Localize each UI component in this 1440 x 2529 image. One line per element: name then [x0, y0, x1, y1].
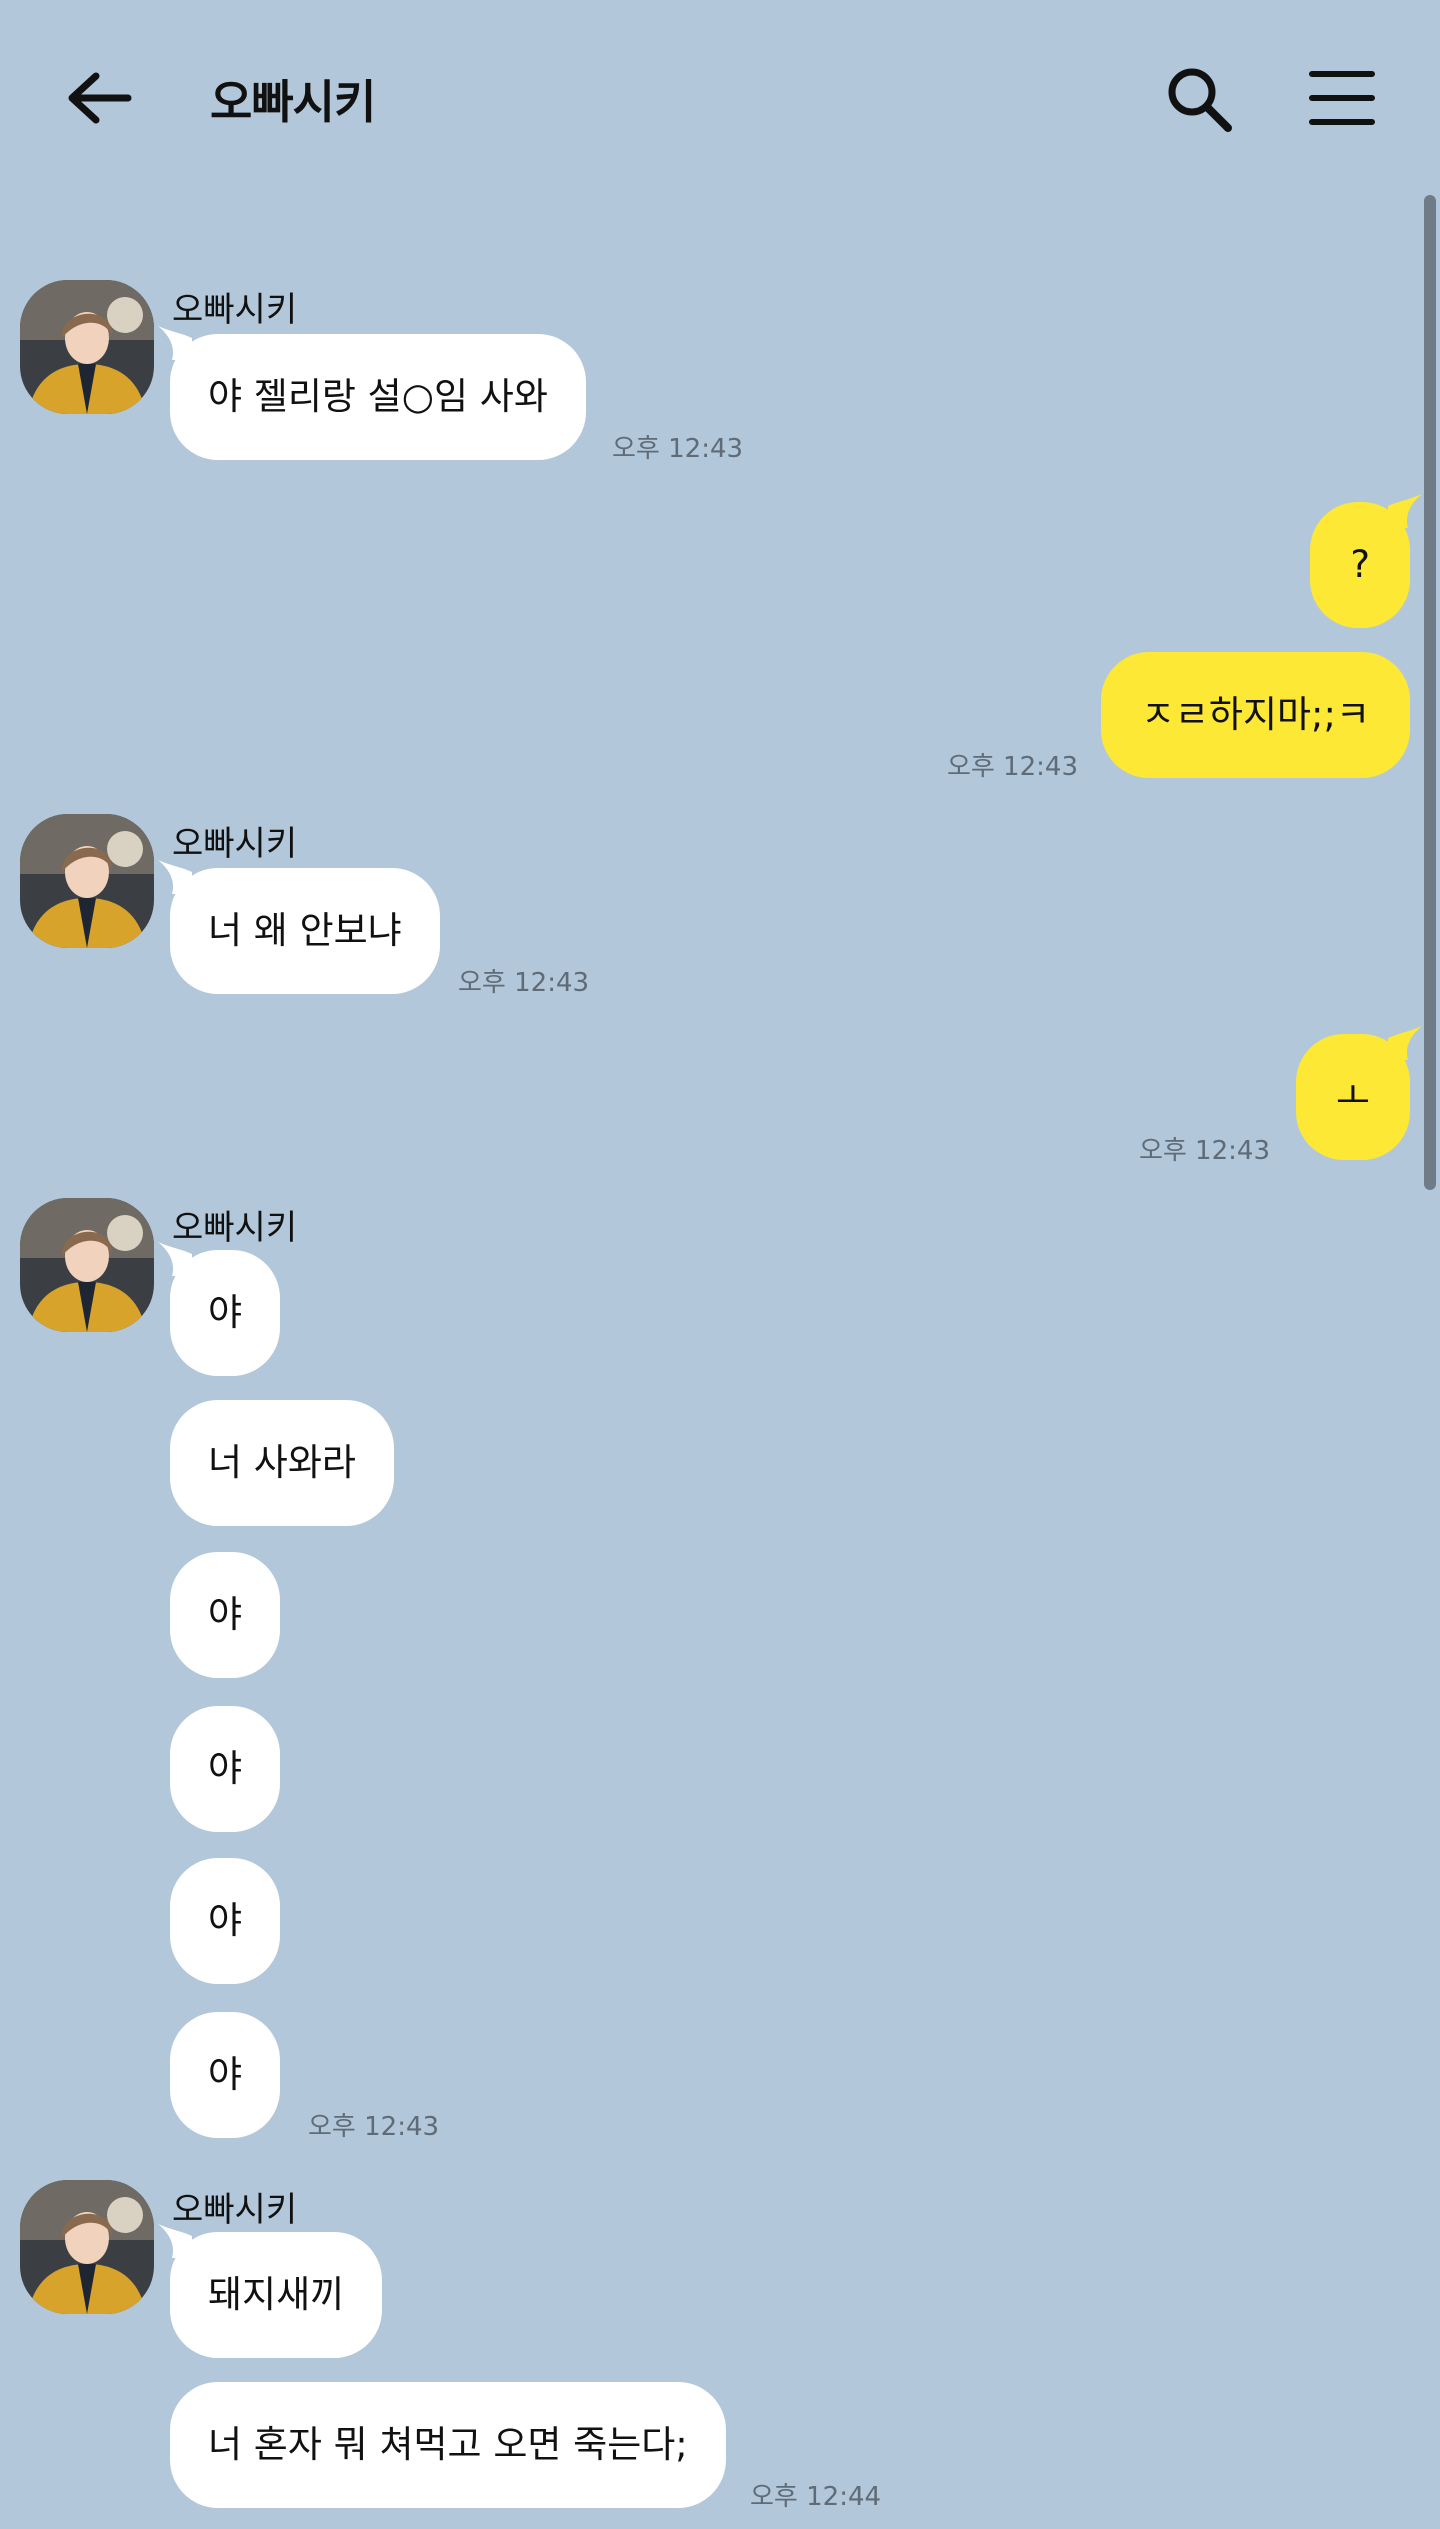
message-text: 야	[208, 1291, 243, 1334]
bubble-tail	[1388, 1026, 1422, 1060]
incoming-message-bubble[interactable]: 야	[170, 2012, 281, 2138]
avatar[interactable]	[20, 2180, 154, 2314]
bubble-tail	[1388, 494, 1422, 528]
bubble-tail	[158, 2224, 192, 2258]
avatar[interactable]	[20, 814, 154, 948]
menu-button[interactable]	[1302, 60, 1382, 140]
search-icon	[1168, 68, 1232, 132]
incoming-message-bubble[interactable]: 너 혼자 뭐 쳐먹고 오면 죽는다;	[170, 2382, 726, 2508]
back-button[interactable]	[60, 60, 140, 140]
chat-header: 오빠시키	[0, 0, 1440, 190]
incoming-message-bubble[interactable]: 돼지새끼	[158, 2224, 383, 2358]
hamburger-menu-icon	[1309, 71, 1375, 125]
bubble-tail	[158, 1242, 192, 1276]
message-text: 너 사와라	[208, 1441, 356, 1484]
message-text: 야 젤리랑 설○임 사와	[208, 375, 548, 418]
message-text: 너 혼자 뭐 쳐먹고 오면 죽는다;	[208, 2423, 688, 2466]
incoming-message-bubble[interactable]: 야	[170, 1552, 281, 1678]
incoming-message-bubble[interactable]: 야	[170, 1706, 281, 1832]
outgoing-message-bubble[interactable]: ㅗ	[1295, 1026, 1422, 1160]
message-text: ㅈㄹ하지마;;ㅋ	[1140, 693, 1370, 736]
message-time: 오후 12:43	[612, 434, 744, 464]
message-time: 오후 12:43	[1138, 1136, 1270, 1166]
message-text: 돼지새끼	[208, 2273, 345, 2316]
search-button[interactable]	[1160, 60, 1240, 140]
message-text: 너 왜 안보냐	[208, 909, 402, 952]
message-text: 야	[208, 1593, 243, 1636]
chat-scrollbar[interactable]	[1424, 195, 1436, 1190]
sender-name: 오빠시키	[172, 824, 298, 864]
incoming-message-bubble[interactable]: 너 왜 안보냐	[158, 860, 440, 994]
message-text: 야	[208, 1899, 243, 1942]
avatar[interactable]	[20, 1198, 154, 1332]
chat-title: 오빠시키	[210, 75, 376, 129]
bubble-tail	[158, 326, 192, 360]
incoming-message-bubble[interactable]: 야	[158, 1242, 281, 1376]
incoming-message-bubble[interactable]: 야 젤리랑 설○임 사와	[158, 326, 586, 460]
avatar[interactable]	[20, 280, 154, 414]
message-text: 야	[208, 1747, 243, 1790]
incoming-message-bubble[interactable]: 야	[170, 1858, 281, 1984]
message-text: 야	[208, 2053, 243, 2096]
outgoing-message-bubble[interactable]: ?	[1310, 494, 1422, 628]
message-time: 오후 12:44	[750, 2482, 882, 2512]
incoming-message-bubble[interactable]: 너 사와라	[170, 1400, 394, 1526]
message-text: ?	[1350, 543, 1370, 586]
message-time: 오후 12:43	[946, 752, 1078, 782]
arrow-left-icon	[68, 72, 132, 124]
message-time: 오후 12:43	[308, 2112, 440, 2142]
message-text: ㅗ	[1335, 1075, 1370, 1118]
sender-name: 오빠시키	[172, 290, 298, 330]
outgoing-message-bubble[interactable]: ㅈㄹ하지마;;ㅋ	[1100, 652, 1410, 778]
message-time: 오후 12:43	[458, 968, 590, 998]
bubble-tail	[158, 860, 192, 894]
